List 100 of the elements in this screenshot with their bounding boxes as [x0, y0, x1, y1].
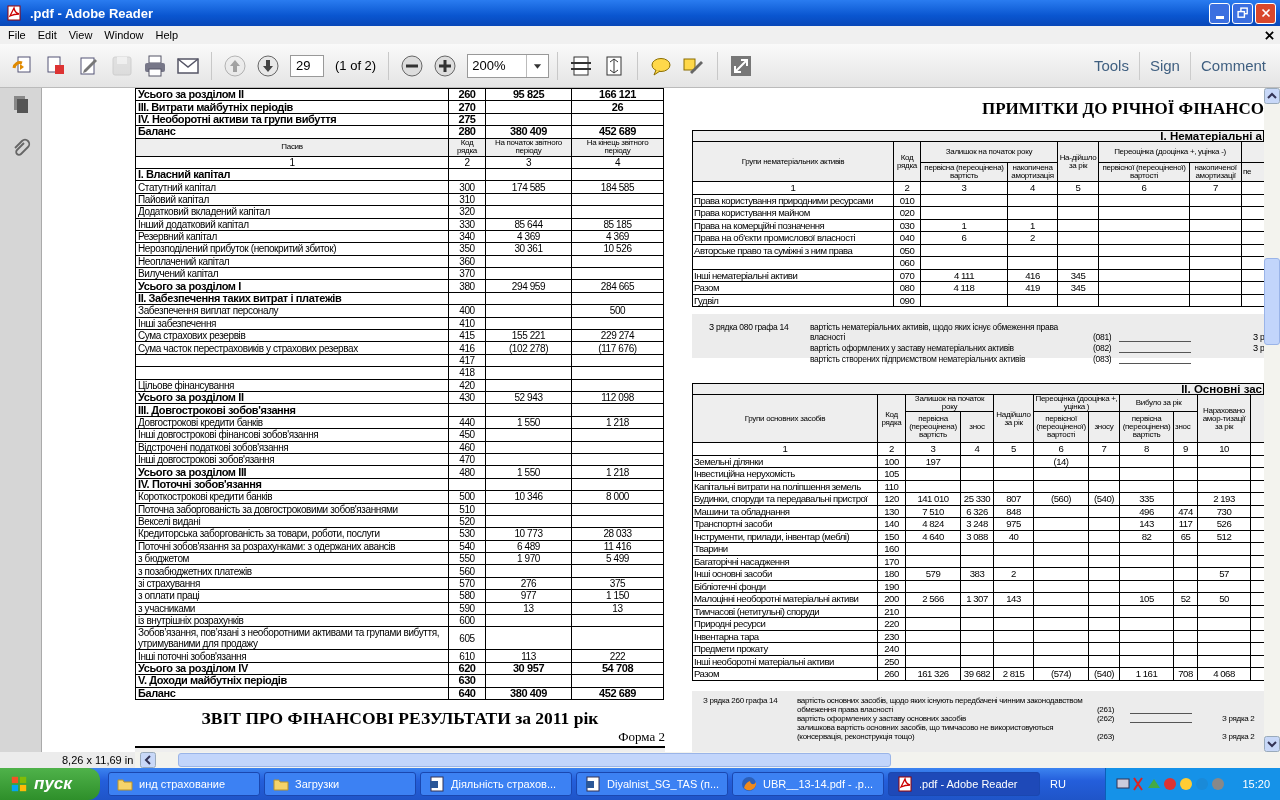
- column-number: 1: [692, 181, 894, 194]
- minimize-button[interactable]: [1209, 2, 1230, 24]
- scroll-thumb[interactable]: [178, 753, 891, 767]
- table-cell: 10 773: [485, 527, 572, 541]
- table-cell: Малоцінні необоротні матеріальні активи: [692, 592, 878, 605]
- vertical-scrollbar[interactable]: [1264, 88, 1280, 752]
- column-number: 7: [1088, 442, 1120, 455]
- table-cell: 13: [571, 602, 664, 615]
- column-number: 3: [905, 442, 961, 455]
- horizontal-scrollbar[interactable]: [135, 752, 1280, 768]
- table-cell: 450: [448, 428, 486, 442]
- taskbar-button[interactable]: Загрузки: [264, 772, 416, 796]
- table-cell: 276: [485, 577, 572, 590]
- panel-tab[interactable]: Tools: [1083, 57, 1139, 74]
- table-cell: 40: [993, 530, 1034, 543]
- table-cell: Будинки, споруди та передавальні пристрої: [692, 492, 878, 505]
- table-cell: Усього за розділом II: [135, 88, 449, 101]
- menu-item[interactable]: Help: [149, 26, 185, 44]
- table-cell: Усього за розділом I: [135, 279, 449, 293]
- scroll-down-icon[interactable]: [1264, 736, 1280, 752]
- scroll-left-icon[interactable]: [140, 752, 156, 768]
- table-cell: Права користування природними ресурсами: [692, 194, 894, 207]
- table-cell: 730: [1197, 505, 1251, 518]
- table-cell: 2: [993, 567, 1034, 580]
- table-cell: 340: [448, 230, 486, 243]
- table-cell: Поточні зобов'язання за розрахунками: з одержаних авансів: [135, 540, 449, 553]
- taskbar-button[interactable]: Diyalnist_SG_TAS (п...: [576, 772, 728, 796]
- note-text: вартість створених підприємством нематеріальних активів: [810, 354, 1027, 364]
- column-header: Групи основних засобів: [692, 394, 878, 443]
- table-cell: V. Доходи майбутніх періодів: [135, 674, 449, 688]
- table-cell: 630: [448, 674, 486, 688]
- taskbar-button[interactable]: UBR__13-14.pdf - .p...: [732, 772, 884, 796]
- table-cell: 160: [877, 542, 906, 555]
- taskbar-button[interactable]: инд страхование: [108, 772, 260, 796]
- menu-item[interactable]: Edit: [31, 26, 63, 44]
- menu-item[interactable]: Window: [98, 26, 150, 44]
- form-label: Форма 2: [618, 728, 665, 745]
- note-code: (082): [1093, 343, 1113, 353]
- column-header: Код рядка: [877, 394, 906, 443]
- scroll-thumb[interactable]: [1264, 258, 1280, 345]
- language-indicator[interactable]: RU: [1050, 778, 1066, 790]
- note-code: (261): [1097, 704, 1116, 714]
- panel-tab[interactable]: Sign: [1139, 57, 1190, 74]
- table-cell: 345: [1057, 269, 1099, 282]
- table-cell: Бібліотечні фонди: [692, 580, 878, 593]
- column-group-header: Переоцінка (дооцінка +, уцінка -): [1098, 141, 1242, 163]
- table-cell: Короткострокові кредити банків: [135, 490, 449, 503]
- table-cell: 4 068: [1197, 667, 1251, 680]
- note-text: З рядка 2: [1222, 713, 1256, 723]
- table-cell: 39 682: [960, 667, 994, 680]
- table-cell: Інші основні засоби: [692, 567, 878, 580]
- table-cell: Авторське право та суміжні з ним права: [692, 244, 894, 257]
- table-cell: 284 665: [571, 279, 664, 293]
- page-number-field[interactable]: 29: [290, 54, 324, 77]
- table-cell: Неоплачений капітал: [135, 255, 449, 268]
- zoom-dropdown[interactable]: 200%: [467, 53, 550, 78]
- table-cell: 28 033: [571, 527, 664, 541]
- table-cell: 415: [448, 329, 486, 342]
- table-cell: 848: [993, 505, 1034, 518]
- table-cell: 1 970: [485, 552, 572, 565]
- taskbar-button[interactable]: Діяльність страхов...: [420, 772, 572, 796]
- scroll-up-icon[interactable]: [1264, 88, 1280, 104]
- start-button[interactable]: пуск: [0, 768, 100, 800]
- note-code: (263): [1097, 731, 1116, 741]
- close-button[interactable]: [1255, 2, 1276, 24]
- table-cell: 4 118: [920, 281, 1008, 294]
- table-cell: 417: [448, 354, 486, 367]
- menu-item[interactable]: View: [62, 26, 99, 44]
- table-cell: 170: [877, 555, 906, 568]
- table-cell: 4 369: [571, 230, 664, 243]
- table-cell: 1 307: [960, 592, 994, 605]
- panel-tab[interactable]: Comment: [1190, 57, 1276, 74]
- minimize-icon: [1215, 15, 1224, 19]
- windows-logo-icon: [10, 775, 28, 793]
- table-cell: 1 218: [571, 465, 664, 479]
- table-cell: 070: [893, 269, 921, 282]
- note-reference: З рядка 260 графа 14: [703, 695, 779, 705]
- close-icon[interactable]: [1265, 30, 1274, 40]
- maximize-button[interactable]: [1232, 2, 1253, 24]
- table-cell: Забезпечення виплат персоналу: [135, 304, 449, 318]
- table-cell: 222: [571, 649, 664, 663]
- table-cell: 474: [1173, 505, 1198, 518]
- table-cell: 080: [893, 281, 921, 294]
- table-cell: 270: [448, 100, 486, 114]
- table-cell: 590: [448, 602, 486, 615]
- taskbar-button[interactable]: .pdf - Adobe Reader: [888, 772, 1040, 796]
- note-reference: З рядка 080 графа 14: [709, 322, 790, 332]
- table-cell: (540): [1088, 492, 1120, 505]
- menu-item[interactable]: File: [2, 26, 32, 44]
- table-cell: 52 943: [485, 391, 572, 404]
- table-cell: 620: [448, 662, 486, 675]
- column-header: первісної (переоціненої) вартості: [1033, 411, 1089, 443]
- column-number: 6: [1098, 181, 1190, 194]
- globe-icon: [741, 776, 757, 792]
- table-cell: Сума часток перестраховиків у страхових резервах: [135, 341, 449, 355]
- table-cell: 65: [1173, 530, 1198, 543]
- printer-icon: [143, 53, 167, 78]
- note-text: З р: [1253, 343, 1264, 353]
- table-cell: 4 111: [920, 269, 1008, 282]
- table-cell: (574): [1033, 667, 1089, 680]
